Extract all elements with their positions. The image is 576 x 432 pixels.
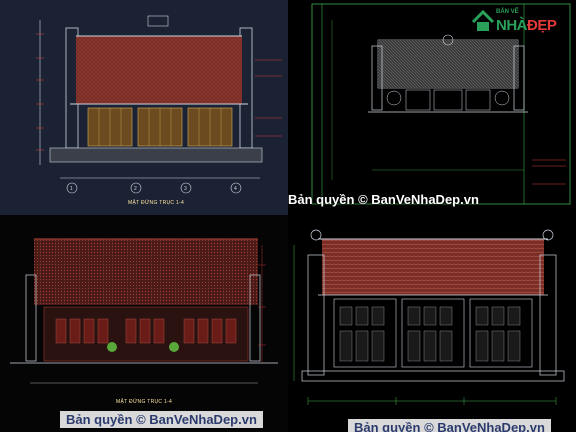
brand-logo-main-text: NHÀĐẸP <box>496 17 557 34</box>
axis-label-1: 1 <box>70 186 74 192</box>
axis-label-3: 3 <box>184 186 188 192</box>
brand-logo-top-text: BẢN VẼ <box>496 9 519 15</box>
elevation-drawing-4 <box>293 229 565 405</box>
elevation-panel-3[interactable]: MẶT ĐỨNG TRỤC 1-4 Bản quyền © BanVeNhaDe… <box>0 215 288 432</box>
elevation-drawing-1 <box>36 15 282 194</box>
drawing-caption-3: MẶT ĐỨNG TRỤC 1-4 <box>116 399 173 405</box>
watermark-text-4: Bản quyền © BanVeNhaDep.vn <box>348 419 551 432</box>
axis-label-2: 2 <box>134 186 138 192</box>
house-icon <box>471 9 495 31</box>
watermark-text-2: Bản quyền © BanVeNhaDep.vn <box>288 192 479 207</box>
elevation-panel-4[interactable]: Bản quyền © BanVeNhaDep.vn <box>288 215 576 432</box>
watermark-text-3: Bản quyền © BanVeNhaDep.vn <box>60 411 263 428</box>
axis-label-4: 4 <box>234 186 238 192</box>
brand-logo: BẢN VẼ NHÀĐẸP <box>470 6 560 40</box>
drawing-caption-1: MẶT ĐỨNG TRỤC 1-4 <box>128 200 185 206</box>
elevation-panel-1[interactable]: 1 2 3 4 MẶT ĐỨNG TRỤC 1-4 <box>0 0 288 215</box>
elevation-panel-2[interactable]: BẢN VẼ NHÀĐẸP Bản quyền © BanVeNhaDep.vn <box>288 0 576 215</box>
